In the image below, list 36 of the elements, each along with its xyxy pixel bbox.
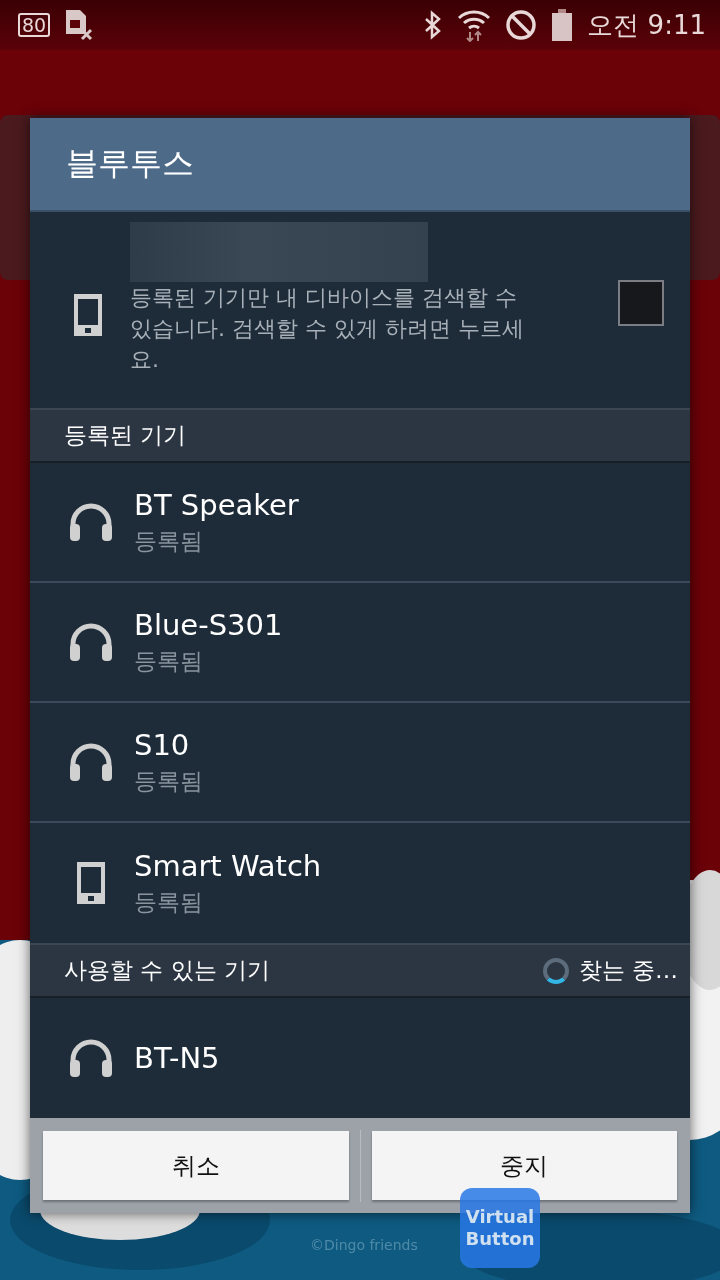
virtual-button[interactable]: Virtual Button: [460, 1188, 540, 1268]
device-item[interactable]: Smart Watch 등록됨: [30, 823, 690, 943]
section-title: 등록된 기기: [64, 421, 187, 450]
device-name: Smart Watch: [134, 848, 322, 883]
battery-icon: [551, 8, 574, 42]
cancel-button[interactable]: 취소: [43, 1131, 349, 1200]
phone-icon: [74, 294, 102, 336]
device-status: 등록됨: [134, 526, 204, 556]
clock: 오전 9:11: [587, 8, 706, 42]
visibility-hint[interactable]: 등록된 기기만 내 디바이스를 검색할 수 있습니다. 검색할 수 있게 하려면 누르세요.: [130, 282, 535, 375]
device-item[interactable]: Blue-S301 등록됨: [30, 583, 690, 703]
device-item[interactable]: BT Speaker 등록됨: [30, 463, 690, 583]
device-status: 등록됨: [134, 766, 203, 796]
device-item[interactable]: BT-N5: [30, 998, 690, 1118]
dialog-title: 블루투스: [30, 118, 690, 212]
headphones-icon: [68, 622, 114, 662]
sim-card-icon: [64, 8, 95, 42]
headphones-icon: [68, 1038, 114, 1078]
section-title: 사용할 수 있는 기기: [64, 956, 270, 985]
visibility-checkbox[interactable]: [618, 280, 664, 326]
device-name: BT Speaker: [134, 487, 299, 522]
searching-label: 찾는 중…: [578, 956, 678, 985]
device-name: S10: [134, 727, 191, 762]
wallpaper-credit: ©Dingo friends: [310, 1237, 418, 1253]
device-item[interactable]: S10 등록됨: [30, 703, 690, 823]
loading-spinner-icon: [542, 957, 569, 984]
device-name: Blue-S301: [134, 607, 283, 642]
device-name: BT-N5: [134, 1041, 220, 1075]
headphones-icon: [68, 742, 114, 782]
headphones-icon: [68, 502, 114, 542]
wifi-icon: [457, 8, 492, 42]
stop-button[interactable]: 중지: [371, 1131, 677, 1200]
block-icon: [505, 9, 538, 41]
device-status: 등록됨: [134, 887, 204, 917]
battery-level-badge: 80: [18, 13, 51, 37]
device-status: 등록됨: [134, 646, 204, 676]
